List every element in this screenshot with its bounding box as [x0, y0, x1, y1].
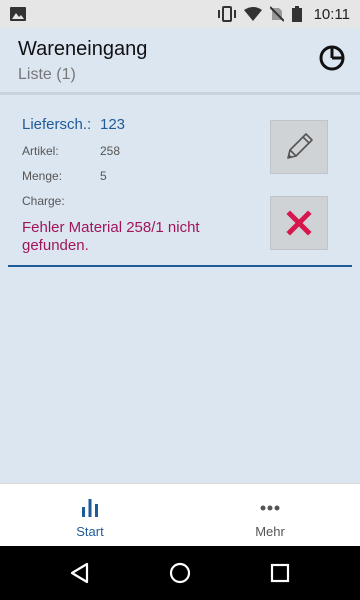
item-divider	[8, 265, 352, 267]
bar-chart-icon	[82, 499, 98, 517]
page-subtitle: Liste (1)	[18, 66, 76, 83]
artikel-label: Artikel:	[22, 144, 59, 158]
menge-value: 5	[100, 169, 107, 183]
image-icon	[10, 7, 26, 21]
bottom-nav: Start Mehr	[0, 483, 360, 546]
lieferschein-value: 123	[100, 116, 126, 133]
page-title: Wareneingang	[18, 38, 148, 60]
pencil-icon	[287, 133, 313, 159]
edit-button[interactable]	[270, 120, 328, 174]
status-bar: 10:11	[0, 0, 360, 28]
home-icon[interactable]	[168, 561, 192, 585]
close-icon	[286, 210, 312, 236]
list-item[interactable]: Liefersch.: 123 Artikel: 258 Menge: 5 Ch…	[8, 100, 352, 268]
back-icon[interactable]	[68, 561, 92, 585]
charge-label: Charge:	[22, 194, 65, 208]
vibrate-icon	[217, 6, 236, 22]
lieferschein-label: Liefersch.:	[22, 116, 92, 133]
wifi-icon	[243, 7, 262, 21]
header-divider	[0, 92, 360, 95]
app-header: Wareneingang Liste (1)	[0, 28, 360, 92]
system-nav-bar	[0, 546, 360, 600]
delete-button[interactable]	[270, 196, 328, 250]
battery-icon	[291, 6, 302, 22]
status-time: 10:11	[313, 5, 350, 23]
pie-chart-icon[interactable]	[318, 44, 346, 72]
more-dots-icon	[260, 505, 280, 511]
error-message: Fehler Material 258/1 nicht gefunden.	[22, 219, 200, 254]
artikel-value: 258	[100, 144, 121, 158]
nav-more[interactable]: Mehr	[180, 484, 360, 547]
nav-start-label: Start	[76, 524, 104, 539]
nav-more-label: Mehr	[255, 524, 285, 539]
menge-label: Menge:	[22, 169, 63, 183]
recents-icon[interactable]	[268, 561, 292, 585]
no-sim-icon	[269, 6, 284, 22]
nav-start[interactable]: Start	[0, 484, 180, 547]
